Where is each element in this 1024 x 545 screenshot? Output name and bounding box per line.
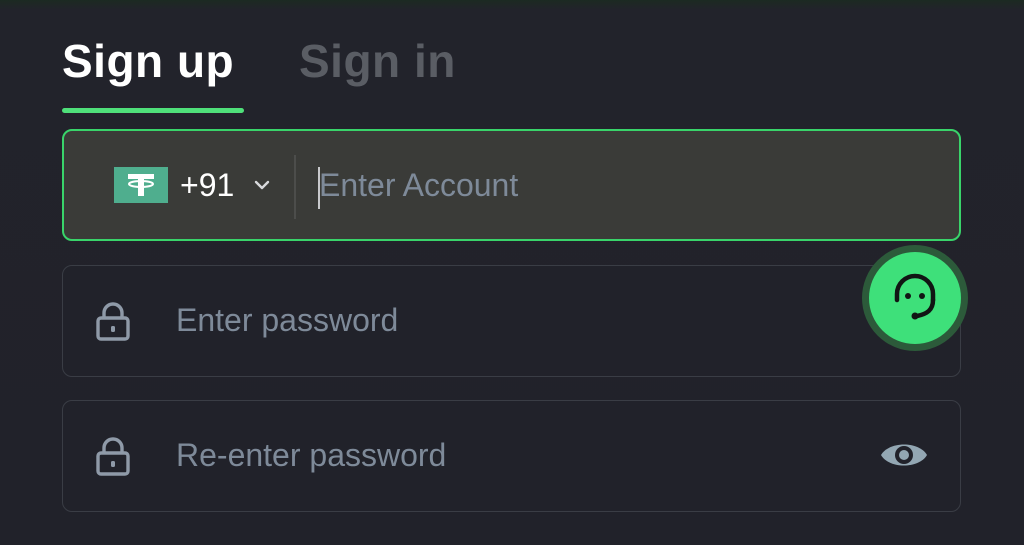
repassword-field[interactable]	[62, 400, 961, 512]
customer-support-button[interactable]	[862, 245, 968, 351]
chevron-down-icon	[254, 177, 270, 195]
lock-icon	[95, 302, 131, 347]
eye-icon[interactable]	[879, 438, 929, 477]
account-field[interactable]: +91	[62, 129, 961, 241]
password-input[interactable]	[176, 266, 826, 374]
auth-tabs: Sign up Sign in	[62, 34, 562, 114]
lock-icon	[95, 437, 131, 482]
tether-icon	[114, 167, 168, 203]
country-code-selector[interactable]: +91	[114, 131, 270, 239]
account-input[interactable]	[319, 131, 919, 239]
country-code: +91	[180, 166, 235, 203]
headset-support-icon	[869, 252, 961, 344]
field-divider	[294, 155, 296, 219]
repassword-input[interactable]	[176, 401, 826, 509]
tab-sign-in[interactable]: Sign in	[299, 34, 456, 88]
password-field[interactable]	[62, 265, 961, 377]
signup-page: Sign up Sign in +91	[0, 0, 1024, 545]
active-tab-indicator	[62, 108, 244, 113]
tab-sign-up[interactable]: Sign up	[62, 34, 234, 88]
